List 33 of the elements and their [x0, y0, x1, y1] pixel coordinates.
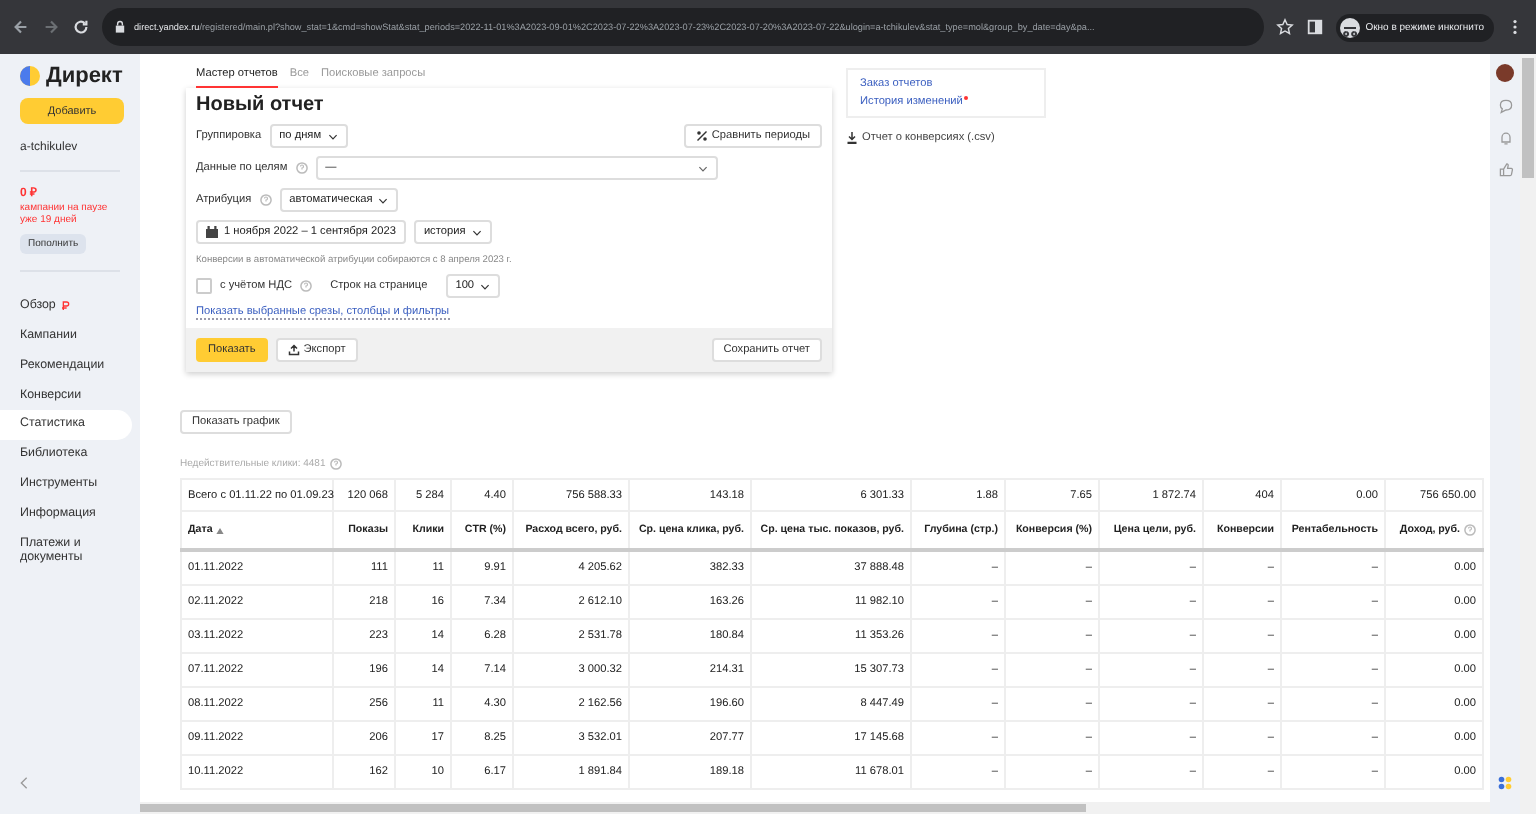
vat-checkbox[interactable] — [196, 278, 212, 294]
help-icon[interactable] — [295, 162, 308, 174]
thumbs-up-icon[interactable] — [1497, 162, 1513, 178]
chevron-icon — [698, 165, 708, 171]
percent-icon — [695, 130, 708, 142]
upload-icon — [287, 344, 300, 356]
side-panel-icon[interactable] — [1305, 18, 1324, 36]
chevron-icon — [378, 197, 389, 203]
lock-icon — [114, 20, 126, 34]
avatar-icon[interactable] — [1496, 64, 1514, 82]
reload-icon[interactable] — [72, 18, 90, 36]
back-icon[interactable] — [12, 18, 30, 36]
help-icon[interactable] — [1464, 524, 1476, 536]
horizontal-scrollbar[interactable] — [140, 802, 1490, 814]
logo-text: Директ — [46, 64, 123, 88]
star-icon[interactable] — [1275, 18, 1294, 36]
forward-icon[interactable] — [42, 18, 60, 36]
help-icon[interactable] — [300, 280, 313, 292]
vertical-scrollbar[interactable] — [1520, 54, 1536, 814]
bell-icon[interactable] — [1497, 130, 1513, 146]
apps-icon[interactable] — [1498, 776, 1512, 790]
logo-icon — [20, 66, 40, 86]
incognito-icon — [1339, 17, 1360, 37]
collapse-icon[interactable] — [20, 776, 28, 790]
download-icon — [846, 132, 858, 144]
calendar-icon — [206, 226, 218, 238]
help-icon[interactable] — [329, 458, 342, 470]
chat-icon[interactable] — [1497, 98, 1513, 114]
chevron-icon — [471, 229, 482, 235]
chevron-icon — [480, 283, 491, 289]
report-title: Новый отчет — [196, 94, 324, 116]
help-icon[interactable] — [259, 194, 272, 206]
chevron-icon — [327, 133, 338, 139]
